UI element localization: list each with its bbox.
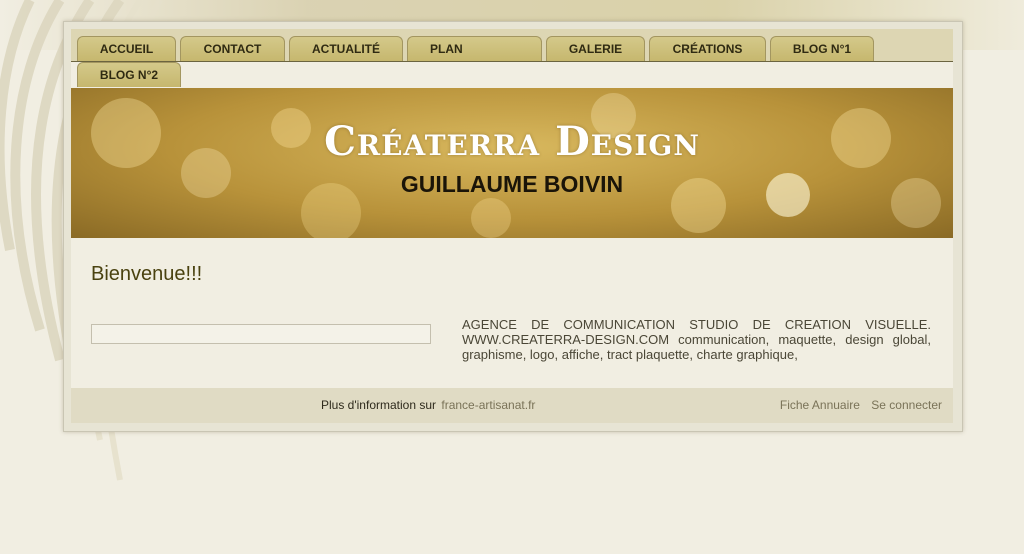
france-artisanat-link[interactable]: france-artisanat.fr [441,398,535,412]
empty-text-field[interactable] [91,324,431,344]
tab-accueil[interactable]: ACCUEIL [77,36,176,61]
page-title: Bienvenue!!! [91,263,203,285]
tab-creations[interactable]: CRÉATIONS [649,36,766,61]
tab-actualite[interactable]: ACTUALITÉ [289,36,403,61]
site-title: Créaterra Design [324,118,700,165]
login-link[interactable]: Se connecter [871,398,942,412]
agency-description: AGENCE DE COMMUNICATION STUDIO DE CREATI… [462,317,931,362]
main-navigation: ACCUEIL CONTACT ACTUALITÉ PLAN GALERIE C… [71,29,953,88]
site-subtitle: GUILLAUME BOIVIN [400,171,624,197]
bokeh-circle [471,198,511,238]
tab-plan[interactable]: PLAN [407,36,542,61]
header-banner: Créaterra Design GUILLAUME BOIVIN [71,88,953,238]
tab-contact[interactable]: CONTACT [180,36,285,61]
tab-blog-1[interactable]: BLOG N°1 [770,36,874,61]
page-inner: ACCUEIL CONTACT ACTUALITÉ PLAN GALERIE C… [71,29,953,423]
footer-info: Plus d'information sur france-artisanat.… [321,398,535,412]
tab-galerie[interactable]: GALERIE [546,36,645,61]
tab-blog-2[interactable]: BLOG N°2 [77,62,181,87]
footer-links: Fiche Annuaire Se connecter [772,398,942,412]
footer-info-prefix: Plus d'information sur [321,398,437,412]
footer: Plus d'information sur france-artisanat.… [71,388,953,423]
page-frame: ACCUEIL CONTACT ACTUALITÉ PLAN GALERIE C… [63,21,963,432]
fiche-annuaire-link[interactable]: Fiche Annuaire [780,398,860,412]
